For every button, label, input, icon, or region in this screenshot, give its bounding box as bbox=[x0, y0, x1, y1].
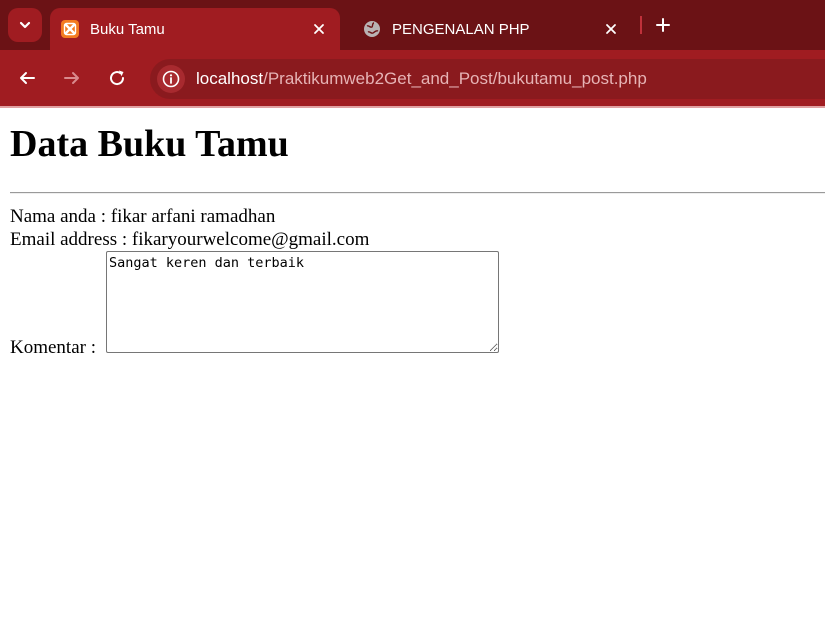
tab-buku-tamu[interactable]: Buku Tamu bbox=[50, 8, 340, 50]
horizontal-rule bbox=[10, 192, 825, 194]
info-icon[interactable] bbox=[157, 65, 185, 93]
tab-pengenalan-php[interactable]: PENGENALAN PHP bbox=[352, 8, 632, 50]
arrow-right-icon bbox=[64, 72, 79, 84]
url-path: /Praktikumweb2Get_and_Post/bukutamu_post… bbox=[263, 69, 647, 88]
reload-icon bbox=[110, 70, 125, 86]
reload-button[interactable] bbox=[104, 65, 130, 91]
back-button[interactable] bbox=[14, 65, 40, 91]
close-icon[interactable] bbox=[596, 23, 626, 35]
new-tab-button[interactable] bbox=[648, 10, 678, 40]
tab-search-button[interactable] bbox=[8, 8, 42, 42]
address-bar[interactable]: localhost/Praktikumweb2Get_and_Post/buku… bbox=[150, 59, 825, 99]
chevron-down-icon bbox=[19, 21, 31, 29]
tab-title: Buku Tamu bbox=[90, 20, 165, 38]
close-icon[interactable] bbox=[304, 23, 334, 35]
comment-textarea[interactable]: Sangat keren dan terbaik bbox=[106, 251, 499, 353]
tab-title: PENGENALAN PHP bbox=[392, 20, 530, 38]
xampp-icon bbox=[61, 20, 79, 38]
arrow-left-icon bbox=[20, 72, 35, 84]
tab-separator bbox=[640, 16, 642, 34]
url-host: localhost bbox=[196, 69, 264, 88]
name-line: Nama anda : fikar arfani ramadhan bbox=[10, 206, 276, 227]
page-content: Data Buku Tamu Nama anda : fikar arfani … bbox=[0, 108, 825, 622]
page-title: Data Buku Tamu bbox=[10, 123, 289, 165]
comment-label: Komentar : bbox=[10, 337, 97, 358]
globe-icon bbox=[363, 20, 381, 38]
email-line: Email address : fikaryourwelcome@gmail.c… bbox=[10, 229, 370, 250]
forward-button[interactable] bbox=[59, 65, 85, 91]
tab-strip: Buku Tamu PENGENALAN PHP bbox=[0, 0, 825, 50]
plus-icon bbox=[656, 18, 670, 32]
url-text: localhost/Praktikumweb2Get_and_Post/buku… bbox=[196, 69, 647, 89]
browser-toolbar: localhost/Praktikumweb2Get_and_Post/buku… bbox=[0, 50, 825, 108]
